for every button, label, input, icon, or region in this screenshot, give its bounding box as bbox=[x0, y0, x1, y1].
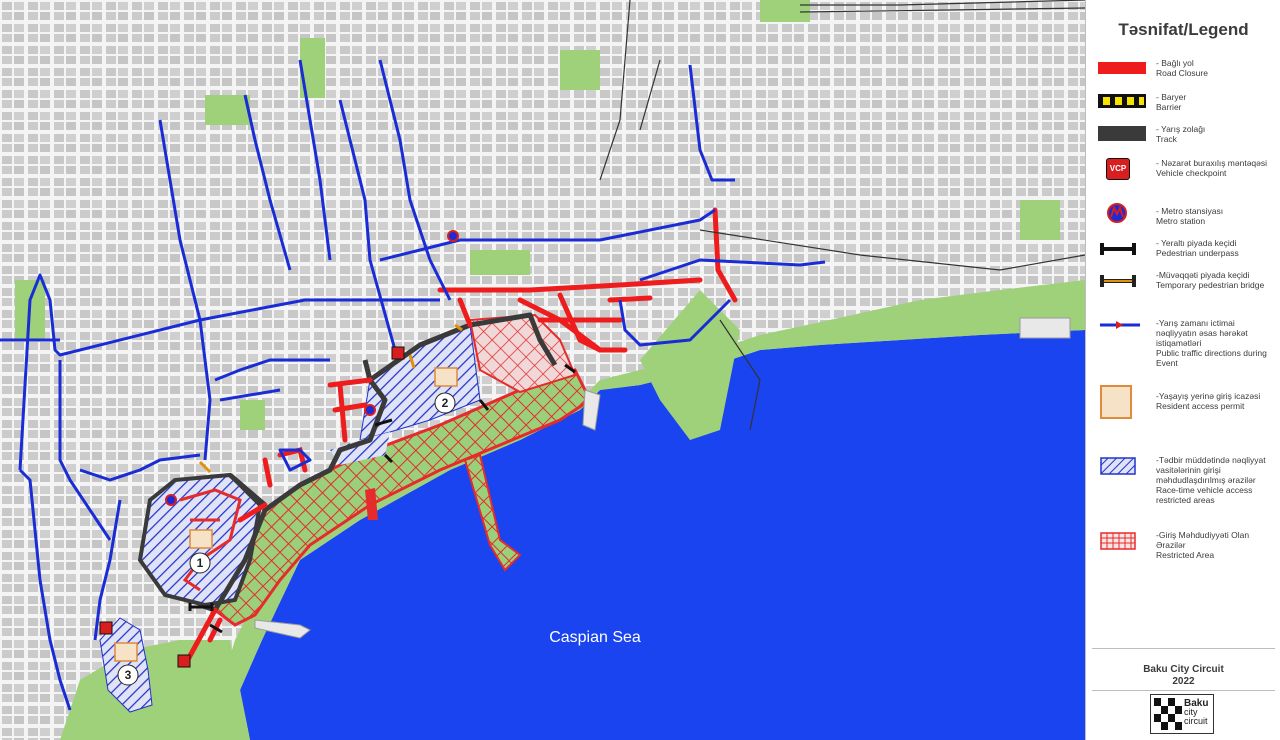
footer-line-2: 2022 bbox=[1172, 676, 1195, 687]
baku-city-circuit-logo: Baku city circuit bbox=[1150, 694, 1214, 734]
legend-az-text: -Giriş Məhdudiyyəti Olan Ərazilər bbox=[1156, 530, 1250, 550]
legend-az-text: -Müvəqqəti piyada keçidi bbox=[1156, 270, 1250, 280]
legend-en-text: Metro station bbox=[1156, 216, 1206, 226]
legend-en-text: Barrier bbox=[1156, 102, 1182, 112]
pedestrian-bridge-icon bbox=[1100, 275, 1136, 287]
logo-word-3: circuit bbox=[1184, 716, 1208, 726]
zone-number-1: 1 bbox=[197, 556, 204, 570]
legend-en-text: Temporary pedestrian bridge bbox=[1156, 280, 1265, 290]
legend-az-text: - Bağlı yol bbox=[1156, 58, 1194, 68]
metro-icon bbox=[165, 494, 177, 506]
legend-az-text: - Yeraltı piyada keçidi bbox=[1156, 238, 1237, 248]
legend-en-text: Public traffic directions during Event bbox=[1156, 348, 1267, 368]
restricted-area-swatch bbox=[1100, 532, 1136, 550]
metro-icon bbox=[364, 404, 376, 416]
resident-permit-icon bbox=[114, 642, 138, 662]
traffic-direction-arrow-icon bbox=[1100, 321, 1140, 329]
vcp-marker bbox=[391, 346, 405, 360]
checkered-flag-icon bbox=[1154, 698, 1182, 730]
footer-title: Baku City Circuit 2022 bbox=[1086, 664, 1280, 688]
legend-en-text: Restricted Area bbox=[1156, 550, 1215, 560]
footer-line-1: Baku City Circuit bbox=[1143, 664, 1224, 675]
resident-permit-icon bbox=[1100, 385, 1132, 419]
legend-en-text: Pedestrian underpass bbox=[1156, 248, 1239, 258]
road-closure-swatch bbox=[1098, 62, 1146, 74]
legend-az-text: - Baryer bbox=[1156, 92, 1187, 102]
resident-permit-icon bbox=[189, 529, 213, 549]
legend-en-text: Resident access permit bbox=[1156, 401, 1245, 411]
legend-az-text: -Yarış zamanı ictimai nəqliyyatın əsas h… bbox=[1156, 318, 1248, 348]
legend-en-text: Road Closure bbox=[1156, 68, 1208, 78]
legend-az-text: - Yarış zolağı bbox=[1156, 124, 1206, 134]
zone-number-2: 2 bbox=[442, 396, 449, 410]
vehicle-restricted-area-swatch bbox=[1100, 457, 1136, 475]
legend-az-text: - Metro stansiyası bbox=[1156, 206, 1224, 216]
legend-panel: Təsnifat/Legend - Bağlı yol Road Closure … bbox=[1085, 0, 1280, 740]
vcp-icon: VCP bbox=[1106, 158, 1130, 180]
legend-divider bbox=[1092, 648, 1275, 649]
legend-az-text: - Nəzarət buraxılış məntəqəsi bbox=[1156, 158, 1268, 168]
metro-icon bbox=[447, 230, 459, 242]
zone-number-3: 3 bbox=[125, 668, 132, 682]
legend-az-text: -Tədbir müddətində nəqliyyat vasitələrin… bbox=[1156, 455, 1266, 485]
legend-az-text: -Yaşayış yerinə giriş icazəsi bbox=[1156, 391, 1261, 401]
legend-en-text: Track bbox=[1156, 134, 1177, 144]
resident-permit-icon bbox=[434, 367, 458, 387]
map-stage: 1 2 3 Caspian Sea Təsnifat/Legend - Bağl… bbox=[0, 0, 1280, 740]
vcp-marker bbox=[177, 654, 191, 668]
legend-divider bbox=[1092, 690, 1275, 691]
legend-en-text: Vehicle checkpoint bbox=[1156, 168, 1227, 178]
metro-icon bbox=[1107, 203, 1127, 223]
barrier-swatch bbox=[1098, 94, 1146, 108]
pedestrian-underpass-icon bbox=[1100, 243, 1136, 255]
legend-en-text: Race-time vehicle access restricted area… bbox=[1156, 485, 1253, 505]
legend-title: Təsnifat/Legend bbox=[1118, 20, 1249, 39]
track-swatch bbox=[1098, 126, 1146, 141]
event-map[interactable]: 1 2 3 Caspian Sea bbox=[0, 0, 1085, 740]
sea-label: Caspian Sea bbox=[549, 629, 641, 646]
vcp-marker bbox=[99, 621, 113, 635]
